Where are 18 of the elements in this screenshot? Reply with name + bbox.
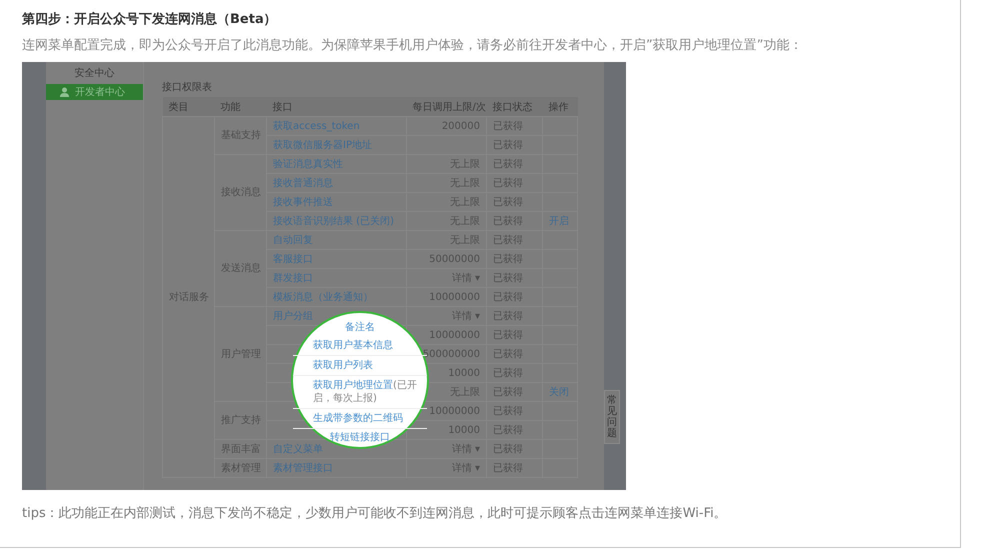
interface-link[interactable]: 自动回复 bbox=[273, 234, 313, 246]
sidebar-section: 安全中心 bbox=[46, 62, 143, 84]
user-icon bbox=[60, 87, 69, 97]
interface-link[interactable]: 客服接口 bbox=[273, 254, 313, 264]
interface-link[interactable]: 用户分组 bbox=[273, 310, 313, 322]
column-header: 功能 bbox=[214, 97, 266, 116]
column-header: 每日调用上限/次 bbox=[406, 97, 486, 116]
sidebar-item[interactable]: 开发者中心 bbox=[46, 84, 143, 100]
column-header: 接口状态 bbox=[486, 97, 542, 116]
interface-link[interactable]: 群发接口 bbox=[273, 272, 313, 284]
column-header: 接口 bbox=[266, 97, 406, 116]
column-header: 操作 bbox=[542, 97, 578, 116]
table-title: 接口权限表 bbox=[162, 80, 213, 95]
intro-text: 连网菜单配置完成，即为公众号开启了此消息功能。为保障苹果手机用户体验，请务必前往开发者中心，开启”获取用户地理位置”功能： bbox=[22, 37, 804, 55]
help-tab[interactable]: 常见问题 bbox=[604, 390, 620, 444]
step-heading: 第四步：开启公众号下发连网消息（Beta） bbox=[22, 10, 278, 29]
column-header: 类目 bbox=[162, 97, 214, 116]
tips-text: tips：此功能正在内部测试，消息下发尚不稳定，少数用户可能收不到连网消息，此时可提示顾客点击连网菜单连接Wi-Fi。 bbox=[22, 505, 728, 522]
